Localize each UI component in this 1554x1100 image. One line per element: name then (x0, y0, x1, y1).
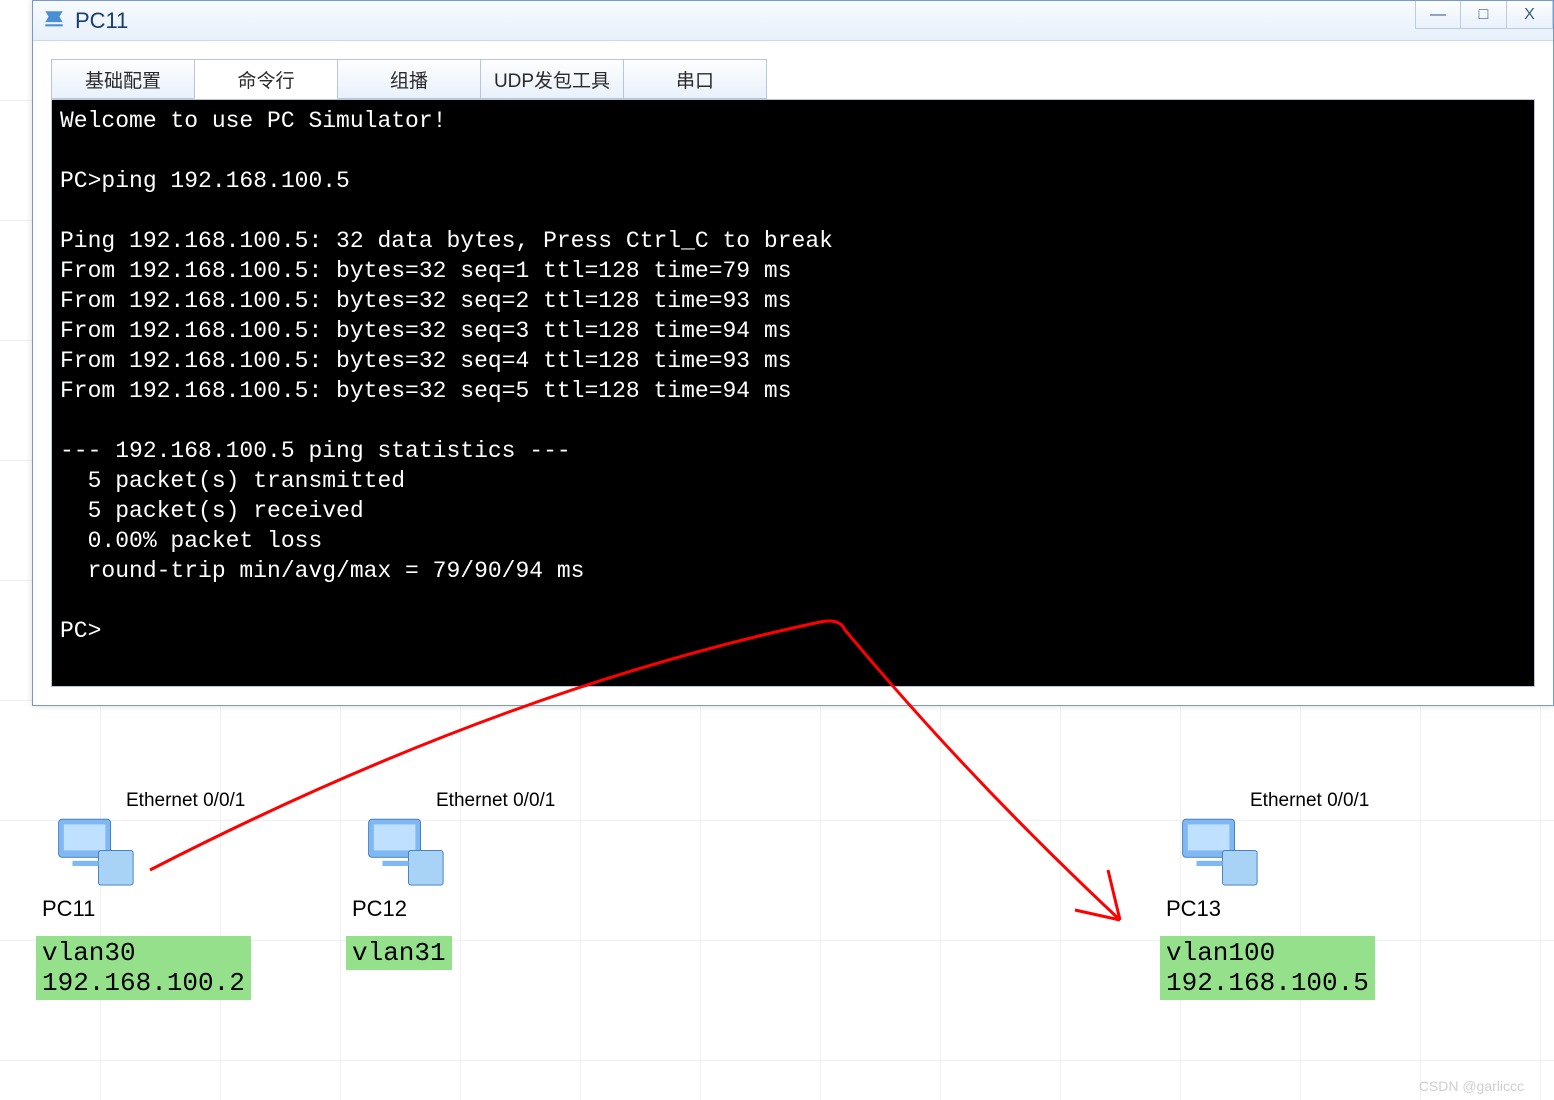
pc-icon (50, 814, 140, 892)
node-label: PC12 (352, 896, 555, 922)
node-label: PC13 (1166, 896, 1375, 922)
topology-canvas[interactable]: Ethernet 0/0/1 PC11 vlan30 192.168.100.2… (0, 790, 1554, 1100)
titlebar[interactable]: PC11 — □ X (33, 1, 1553, 41)
port-label: Ethernet 0/0/1 (126, 790, 251, 812)
vlan-annotation: vlan100 192.168.100.5 (1160, 936, 1375, 1000)
node-label: PC11 (42, 896, 251, 922)
tab-serial[interactable]: 串口 (623, 59, 767, 99)
tabbar: 基础配置 命令行 组播 UDP发包工具 串口 (33, 41, 1553, 99)
node-pc13[interactable]: Ethernet 0/0/1 PC13 vlan100 192.168.100.… (1160, 790, 1375, 1000)
maximize-button[interactable]: □ (1461, 1, 1507, 29)
vlan-annotation: vlan30 192.168.100.2 (36, 936, 251, 1000)
terminal-output[interactable]: Welcome to use PC Simulator! PC>ping 192… (51, 99, 1535, 687)
node-pc12[interactable]: Ethernet 0/0/1 PC12 vlan31 (346, 790, 555, 970)
watermark: CSDN @garliccc (1419, 1078, 1524, 1094)
pc-icon (360, 814, 450, 892)
port-label: Ethernet 0/0/1 (436, 790, 555, 812)
tab-cli[interactable]: 命令行 (194, 59, 338, 99)
app-icon (41, 8, 67, 34)
close-button[interactable]: X (1507, 1, 1553, 29)
pc-icon (1174, 814, 1264, 892)
window-controls: — □ X (1415, 1, 1553, 29)
tab-basic-config[interactable]: 基础配置 (51, 59, 195, 99)
port-label: Ethernet 0/0/1 (1250, 790, 1375, 812)
tab-multicast[interactable]: 组播 (337, 59, 481, 99)
vlan-annotation: vlan31 (346, 936, 452, 970)
tab-udp-tool[interactable]: UDP发包工具 (480, 59, 624, 99)
node-pc11[interactable]: Ethernet 0/0/1 PC11 vlan30 192.168.100.2 (36, 790, 251, 1000)
minimize-button[interactable]: — (1415, 1, 1461, 29)
pc-simulator-window: PC11 — □ X 基础配置 命令行 组播 UDP发包工具 串口 Welcom… (32, 0, 1554, 706)
window-title: PC11 (75, 8, 128, 34)
